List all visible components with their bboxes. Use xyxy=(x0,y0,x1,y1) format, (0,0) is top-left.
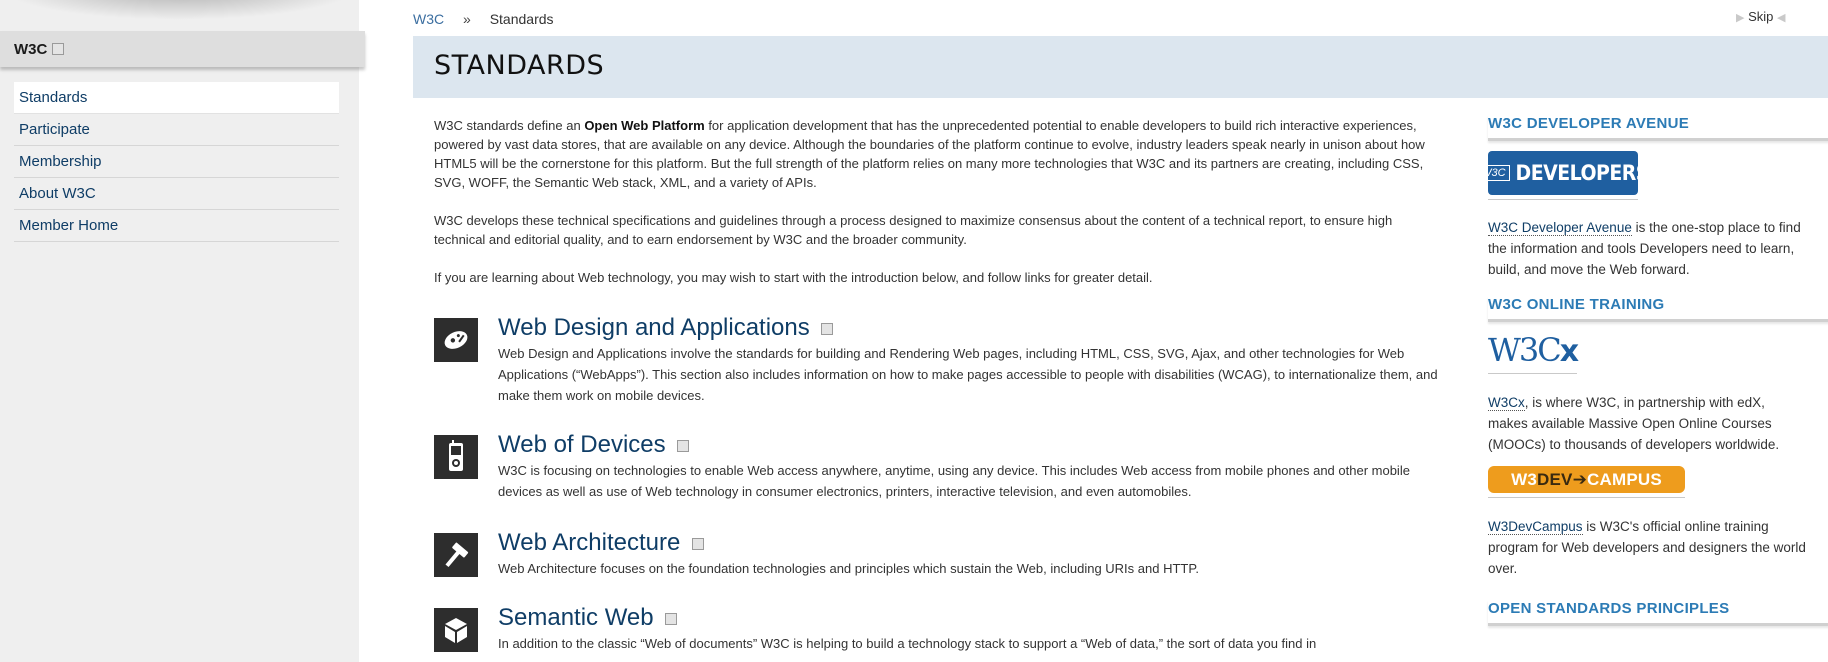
play-left-icon: ◀ xyxy=(1777,12,1786,24)
devcampus-logo-w3: W3 xyxy=(1511,469,1537,489)
developer-avenue-heading: W3C DEVELOPER AVENUE xyxy=(1488,115,1828,141)
intro-paragraph-1: W3C standards define an Open Web Platfor… xyxy=(434,116,1446,192)
w3cx-logo-text: W3C xyxy=(1488,331,1562,369)
developers-logo-link[interactable]: W3C DEVELOPERS xyxy=(1477,151,1649,200)
section-body: Web Architecture Web Architecture focuse… xyxy=(498,529,1453,579)
intro-paragraph-3: If you are learning about Web technology… xyxy=(434,270,1153,285)
section-title: Web Architecture xyxy=(498,529,1453,557)
page-title: STANDARDS xyxy=(434,50,605,81)
breadcrumb-home-link[interactable]: W3C xyxy=(413,11,444,27)
w3cx-link[interactable]: W3Cx xyxy=(1488,395,1525,411)
section-title: Web of Devices xyxy=(498,431,1453,459)
page-title-band: STANDARDS xyxy=(413,36,1828,98)
expand-toggle-icon[interactable] xyxy=(665,612,678,625)
sidebar-item-standards[interactable]: Standards xyxy=(14,82,339,114)
developer-avenue-text: W3C Developer Avenue is the one-stop pla… xyxy=(1488,217,1808,280)
expand-toggle-icon[interactable] xyxy=(691,537,704,550)
sidebar-item-label[interactable]: Participate xyxy=(19,121,90,138)
developer-avenue-link[interactable]: W3C Developer Avenue xyxy=(1488,220,1632,236)
sidebar-item-label[interactable]: About W3C xyxy=(19,185,96,202)
section-body: Web of Devices W3C is focusing on techno… xyxy=(498,431,1453,502)
open-standards-heading: OPEN STANDARDS PRINCIPLES xyxy=(1488,600,1828,626)
breadcrumb-current: Standards xyxy=(489,11,554,27)
skip-link[interactable]: ▶ Skip ◀ xyxy=(1736,9,1785,24)
breadcrumb: W3C » Standards xyxy=(413,11,554,27)
section-body: Web Design and Applications Web Design a… xyxy=(498,314,1453,406)
section-description: W3C is focusing on technologies to enabl… xyxy=(498,463,1410,499)
sidebar-item-membership[interactable]: Membership xyxy=(14,146,339,178)
sidebar-heading-label: W3C xyxy=(14,40,48,58)
palette-icon[interactable] xyxy=(434,318,478,362)
play-right-icon: ▶ xyxy=(1736,12,1745,24)
devcampus-logo-dev: DEV xyxy=(1537,469,1573,489)
devcampus-logo: W3 DEV ➔ CAMPUS xyxy=(1488,466,1685,493)
collapse-toggle-icon[interactable] xyxy=(52,43,65,55)
devcampus-link[interactable]: W3DevCampus xyxy=(1488,519,1583,535)
hammer-icon[interactable] xyxy=(434,533,478,577)
section-description: Web Design and Applications involve the … xyxy=(498,346,1438,403)
sidebar-item-label[interactable]: Member Home xyxy=(19,217,118,234)
section-title-link[interactable]: Web Architecture xyxy=(498,529,680,556)
intro-p1-bold: Open Web Platform xyxy=(584,118,705,133)
sidebar-heading[interactable]: W3C xyxy=(0,31,365,67)
developers-logo-text: DEVELOPERS xyxy=(1515,161,1650,185)
online-training-heading: W3C ONLINE TRAINING xyxy=(1488,296,1828,322)
section-body: Semantic Web In addition to the classic … xyxy=(498,604,1453,654)
w3cx-logo-link[interactable]: W3Cx xyxy=(1488,331,1579,374)
mobile-device-icon[interactable] xyxy=(434,435,478,479)
sidebar-item-label[interactable]: Membership xyxy=(19,153,102,170)
devcampus-text: W3DevCampus is W3C's official online tra… xyxy=(1488,516,1808,579)
expand-toggle-icon[interactable] xyxy=(677,439,690,452)
section-title-link[interactable]: Web of Devices xyxy=(498,431,666,458)
devcampus-logo-link[interactable]: W3 DEV ➔ CAMPUS xyxy=(1488,466,1685,498)
section-title-link[interactable]: Web Design and Applications xyxy=(498,314,810,341)
section-description: In addition to the classic “Web of docum… xyxy=(498,636,1317,651)
cube-icon[interactable] xyxy=(434,608,478,652)
section-title: Semantic Web xyxy=(498,604,1453,632)
intro-p1-start: W3C standards define an xyxy=(434,118,585,133)
sidebar-item-label[interactable]: Standards xyxy=(19,89,87,106)
section-title-link[interactable]: Semantic Web xyxy=(498,604,654,631)
intro-text: W3C standards define an Open Web Platfor… xyxy=(434,116,1446,306)
sidebar-item-about-w3c[interactable]: About W3C xyxy=(14,178,339,210)
skip-label: Skip xyxy=(1748,9,1774,24)
arrow-circle-icon: ➔ xyxy=(1572,469,1588,489)
sidebar: W3C Standards Participate Membership Abo… xyxy=(0,0,365,662)
sidebar-top-shadow xyxy=(0,0,359,20)
w3cx-desc: , is where W3C, in partnership with edX,… xyxy=(1488,395,1780,452)
w3cx-logo-x: x xyxy=(1559,334,1579,369)
sidebar-item-participate[interactable]: Participate xyxy=(14,114,339,146)
intro-paragraph-2: W3C develops these technical specificati… xyxy=(434,213,1393,247)
breadcrumb-separator: » xyxy=(463,11,471,27)
w3cx-text: W3Cx, is where W3C, in partnership with … xyxy=(1488,392,1808,455)
section-description: Web Architecture focuses on the foundati… xyxy=(498,561,1199,576)
developers-logo-badge: W3C xyxy=(1477,165,1510,181)
right-column: W3C DEVELOPER AVENUE W3C DEVELOPERS W3C … xyxy=(1477,115,1828,626)
devcampus-logo-campus: CAMPUS xyxy=(1587,469,1662,489)
section-title: Web Design and Applications xyxy=(498,314,1453,342)
expand-toggle-icon[interactable] xyxy=(821,322,834,335)
developers-logo: W3C DEVELOPERS xyxy=(1477,151,1649,195)
sidebar-nav: Standards Participate Membership About W… xyxy=(14,82,339,242)
w3cx-logo: W3Cx xyxy=(1488,331,1579,369)
sidebar-item-member-home[interactable]: Member Home xyxy=(14,210,339,242)
